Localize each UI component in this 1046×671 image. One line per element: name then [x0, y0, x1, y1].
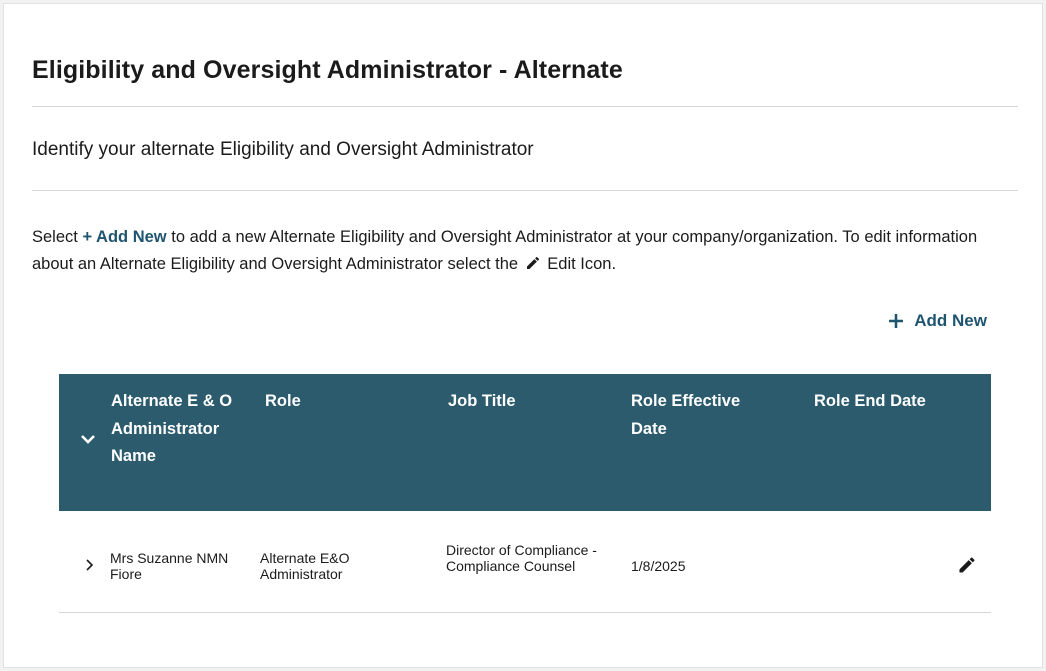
column-header-job-title[interactable]: Job Title [448, 388, 608, 416]
add-new-label: Add New [914, 311, 987, 330]
cell-job-title: Director of Compliance - Compliance Coun… [446, 542, 597, 574]
instructions-text: Select + Add New to add a new Alternate … [32, 224, 1022, 278]
add-new-button[interactable]: Add New [888, 307, 987, 335]
instructions-part3: Edit Icon. [542, 255, 617, 273]
subtitle-divider [32, 190, 1018, 191]
cell-role: Alternate E&O Administrator [260, 550, 350, 582]
column-header-end-date[interactable]: Role End Date [814, 388, 974, 416]
instructions-part2: to add a new Alternate Eligibility and O… [32, 228, 978, 273]
cell-effective-date: 1/8/2025 [631, 558, 686, 574]
page-title: Eligibility and Oversight Administrator … [32, 56, 623, 84]
instructions-part1: Select [32, 228, 83, 246]
column-header-effective-date[interactable]: Role Effective Date [631, 388, 771, 443]
title-divider [32, 106, 1018, 107]
column-header-name[interactable]: Alternate E & O Administrator Name [111, 388, 236, 471]
chevron-right-icon[interactable] [84, 558, 96, 572]
cell-name: Mrs Suzanne NMN Fiore [110, 550, 229, 582]
inline-add-new-link[interactable]: + Add New [82, 228, 166, 246]
administrators-table: Alternate E & O Administrator Name Role … [59, 374, 991, 613]
pencil-icon[interactable] [957, 555, 977, 575]
pencil-icon [526, 256, 539, 269]
chevron-down-icon[interactable] [79, 430, 97, 448]
plus-icon [889, 314, 904, 328]
table-header: Alternate E & O Administrator Name Role … [59, 374, 991, 511]
admin-card: Eligibility and Oversight Administrator … [3, 3, 1043, 668]
section-subtitle: Identify your alternate Eligibility and … [32, 139, 534, 160]
column-header-role[interactable]: Role [265, 388, 415, 416]
table-row: Mrs Suzanne NMN Fiore Alternate E&O Admi… [59, 511, 991, 613]
